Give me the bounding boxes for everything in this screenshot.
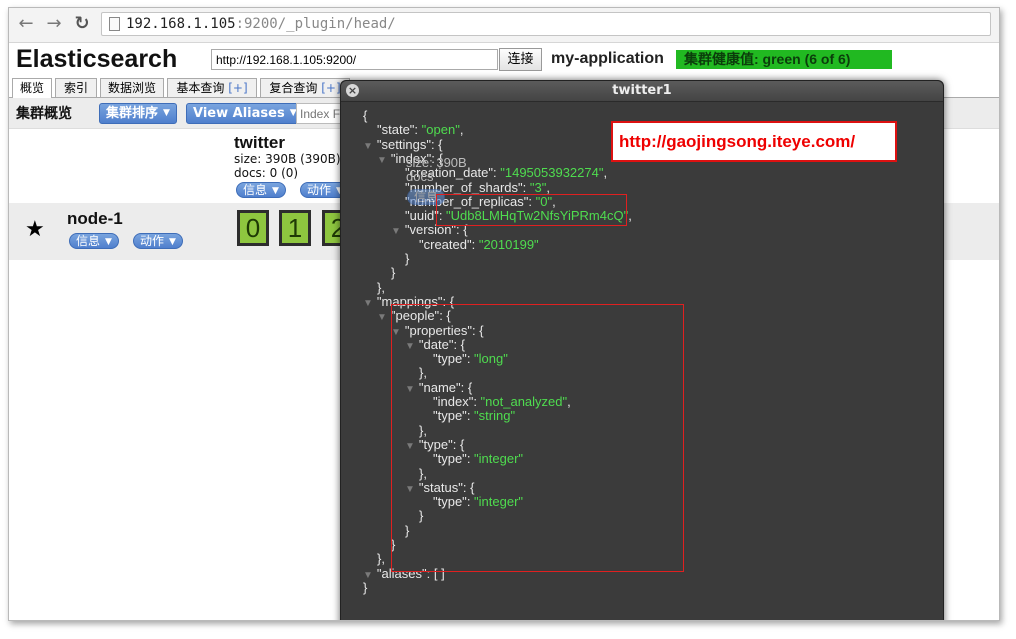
chevron-down-icon: ▼ [169, 236, 176, 247]
collapse-triangle-icon[interactable]: ▼ [363, 298, 373, 309]
ghost-index-docs: docs [406, 169, 434, 184]
json-key: "uuid" [405, 208, 439, 224]
json-line: } [405, 251, 409, 266]
json-line: } [363, 580, 367, 595]
browser-window: ← → ↻ 192.168.1.105:9200/_plugin/head/ E… [8, 7, 1000, 621]
overview-label: 集群概览 [16, 106, 72, 122]
node-action-button[interactable]: 动作 ▼ [133, 233, 183, 249]
index-info-button[interactable]: 信息 ▼ [236, 182, 286, 198]
tab-overview[interactable]: 概览 [12, 78, 52, 98]
browser-toolbar: ← → ↻ 192.168.1.105:9200/_plugin/head/ [9, 8, 999, 43]
address-bar[interactable]: 192.168.1.105:9200/_plugin/head/ [101, 12, 991, 36]
json-separator: : [414, 122, 422, 138]
collapse-triangle-icon[interactable]: ▼ [391, 226, 401, 237]
shard-box[interactable]: 0 [237, 210, 269, 246]
index-size: size: 390B (390B) [234, 152, 341, 166]
json-separator: , [628, 208, 632, 224]
master-star-icon: ★ [25, 217, 45, 242]
cluster-name: my-application [551, 50, 664, 67]
json-separator: , [546, 179, 550, 195]
cluster-health-badge: 集群健康值: green (6 of 6) [676, 50, 892, 69]
json-line: } [391, 265, 395, 280]
json-value: } [363, 579, 368, 595]
cluster-sort-button[interactable]: 集群排序 ▼ [99, 103, 177, 124]
json-separator: , [603, 165, 608, 181]
json-value: } [391, 265, 396, 281]
tab-compound-query[interactable]: 复合查询 [+] [260, 78, 350, 97]
collapse-triangle-icon[interactable]: ▼ [377, 312, 387, 323]
json-value: "open" [421, 122, 460, 138]
json-line: { [363, 108, 367, 123]
tab-indices[interactable]: 索引 [55, 78, 97, 97]
json-separator: : [471, 236, 479, 252]
json-value: "1495053932274" [500, 165, 604, 181]
json-value: }, [377, 279, 385, 295]
tab-basic-query[interactable]: 基本查询 [+] [167, 78, 257, 97]
app-title: Elasticsearch [16, 45, 178, 73]
json-line: }, [377, 551, 385, 566]
chevron-down-icon: ▼ [163, 108, 170, 118]
view-aliases-button[interactable]: View Aliases ▼ [186, 103, 304, 124]
json-value: { [438, 136, 443, 152]
json-value: "2010199" [478, 236, 539, 252]
chevron-down-icon: ▼ [105, 236, 112, 247]
connect-button[interactable]: 连接 [499, 48, 542, 71]
connect-url-input[interactable] [211, 49, 498, 70]
json-viewer: {"state": "open", ▼ "settings": {▼ "index":… [341, 101, 943, 620]
collapse-triangle-icon[interactable]: ▼ [363, 141, 373, 152]
json-line: "created": "2010199" [419, 237, 539, 252]
reload-icon[interactable]: ↻ [71, 13, 93, 35]
tab-browser[interactable]: 数据浏览 [100, 78, 164, 97]
json-separator: : [522, 179, 530, 195]
shards-highlight-box [436, 194, 627, 226]
json-key: "state" [377, 122, 415, 138]
back-arrow-icon[interactable]: ← [15, 13, 37, 35]
node-info-button[interactable]: 信息 ▼ [69, 233, 119, 249]
address-text: 192.168.1.105:9200/_plugin/head/ [126, 16, 396, 32]
json-value: { [363, 108, 368, 123]
json-line: }, [377, 280, 385, 295]
forward-arrow-icon[interactable]: → [43, 13, 65, 35]
json-line: "state": "open", [377, 122, 463, 137]
shard-box[interactable]: 1 [279, 210, 311, 246]
json-value: } [405, 251, 410, 266]
ghost-index-size: size: 390B [406, 155, 467, 170]
dialog-title: twitter1 [612, 83, 672, 98]
node-name: node-1 [67, 209, 123, 228]
page-icon [109, 17, 120, 31]
index-detail-dialog: × twitter1 {"state": "open", ▼ "settings":… [340, 80, 944, 620]
json-key: "created" [419, 236, 472, 252]
collapse-triangle-icon[interactable]: ▼ [377, 155, 387, 166]
dialog-titlebar: × twitter1 [341, 81, 943, 102]
mappings-highlight-box [391, 304, 684, 572]
json-key: "settings" [376, 136, 431, 152]
watermark-url: http://gaojingsong.iteye.com/ [611, 121, 897, 162]
json-value: }, [377, 551, 385, 567]
json-value: "3" [529, 179, 547, 195]
chevron-down-icon: ▼ [272, 185, 279, 196]
index-name: twitter [234, 133, 285, 152]
index-docs: docs: 0 (0) [234, 166, 299, 180]
json-separator: , [459, 122, 464, 138]
